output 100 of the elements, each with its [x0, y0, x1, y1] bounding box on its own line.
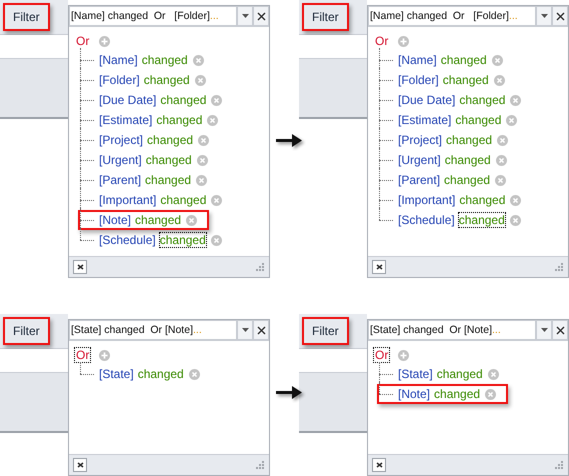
- remove-condition-icon[interactable]: [198, 134, 210, 146]
- condition-operator[interactable]: changed: [160, 193, 206, 207]
- field-name[interactable]: [Parent]: [398, 173, 440, 187]
- condition-operator[interactable]: changed: [145, 173, 192, 187]
- field-name[interactable]: [Schedule]: [398, 213, 455, 227]
- condition-operator[interactable]: changed: [434, 387, 480, 401]
- field-name[interactable]: [State]: [99, 367, 134, 381]
- field-name[interactable]: [Project]: [398, 133, 442, 147]
- clear-filter-button[interactable]: [372, 260, 386, 274]
- clear-filter-button[interactable]: [372, 458, 386, 472]
- condition-operator[interactable]: changed: [156, 113, 202, 127]
- add-condition-icon[interactable]: [398, 36, 410, 46]
- field-name[interactable]: [Urgent]: [398, 153, 441, 167]
- filter-text-field[interactable]: [State] changed Or [Note]...: [368, 320, 536, 340]
- condition-operator[interactable]: changed: [442, 73, 489, 87]
- field-name[interactable]: [Schedule]: [99, 233, 156, 247]
- field-name[interactable]: [Parent]: [99, 173, 142, 187]
- add-condition-icon[interactable]: [398, 350, 410, 360]
- condition-operator[interactable]: changed: [444, 173, 490, 187]
- remove-condition-icon[interactable]: [196, 154, 208, 166]
- clear-filter-button[interactable]: [73, 260, 87, 274]
- condition-operator[interactable]: changed: [440, 53, 487, 67]
- condition-operator[interactable]: changed: [146, 153, 192, 167]
- remove-condition-icon[interactable]: [492, 54, 503, 66]
- filter-tab[interactable]: Filter: [302, 3, 349, 31]
- field-name[interactable]: [Important]: [398, 193, 456, 207]
- condition-operator[interactable]: changed: [160, 233, 206, 247]
- group-operator[interactable]: Or: [75, 34, 90, 48]
- add-condition-icon[interactable]: [99, 350, 110, 360]
- resize-grip-icon[interactable]: [555, 262, 564, 272]
- field-name[interactable]: [Folder]: [398, 73, 439, 87]
- clear-filter-button[interactable]: [73, 458, 87, 472]
- condition-operator[interactable]: changed: [138, 367, 184, 381]
- group-operator[interactable]: Or: [75, 348, 90, 362]
- filter-tab[interactable]: Filter: [3, 317, 50, 345]
- condition-operator[interactable]: changed: [142, 53, 188, 67]
- dropdown-button[interactable]: [536, 320, 552, 340]
- condition-operator[interactable]: changed: [455, 113, 502, 127]
- remove-condition-icon[interactable]: [192, 54, 204, 66]
- resize-grip-icon[interactable]: [256, 262, 265, 272]
- dropdown-button[interactable]: [237, 320, 253, 340]
- remove-condition-icon[interactable]: [495, 174, 506, 186]
- condition-operator[interactable]: changed: [144, 73, 190, 87]
- close-button[interactable]: [253, 6, 269, 26]
- field-name[interactable]: [State]: [398, 367, 433, 381]
- remove-condition-icon[interactable]: [194, 74, 206, 86]
- remove-condition-icon[interactable]: [494, 74, 505, 86]
- content-panel: [299, 58, 367, 119]
- remove-condition-icon[interactable]: [210, 234, 222, 246]
- filter-text-field[interactable]: [Name] changed Or [Folder]...: [69, 6, 237, 26]
- resize-grip-icon[interactable]: [555, 460, 564, 470]
- dropdown-button[interactable]: [237, 6, 253, 26]
- field-name[interactable]: [Note]: [99, 213, 132, 227]
- field-name[interactable]: [Urgent]: [99, 153, 142, 167]
- condition-operator[interactable]: changed: [444, 153, 491, 167]
- field-name[interactable]: [Important]: [99, 193, 156, 207]
- field-name[interactable]: [Due Date]: [398, 93, 456, 107]
- resize-grip-icon[interactable]: [256, 460, 265, 470]
- condition-operator[interactable]: changed: [436, 367, 483, 381]
- remove-condition-icon[interactable]: [496, 154, 507, 166]
- close-button[interactable]: [253, 320, 269, 340]
- condition-operator[interactable]: changed: [446, 133, 492, 147]
- condition-operator[interactable]: changed: [458, 213, 505, 227]
- remove-condition-icon[interactable]: [188, 368, 200, 380]
- field-name[interactable]: [Project]: [99, 133, 144, 147]
- dropdown-button[interactable]: [536, 6, 552, 26]
- add-condition-icon[interactable]: [99, 36, 110, 46]
- remove-condition-icon[interactable]: [488, 368, 499, 380]
- caret-icon: [540, 14, 548, 18]
- condition-operator[interactable]: changed: [459, 93, 506, 107]
- field-name[interactable]: [Note]: [398, 387, 430, 401]
- filter-text-field[interactable]: [Name] changed Or [Folder]...: [368, 6, 536, 26]
- field-name[interactable]: [Name]: [398, 53, 437, 67]
- field-name[interactable]: [Estimate]: [99, 113, 152, 127]
- field-name[interactable]: [Folder]: [99, 73, 140, 87]
- filter-tab[interactable]: Filter: [3, 3, 50, 31]
- remove-condition-icon[interactable]: [196, 174, 208, 186]
- remove-condition-icon[interactable]: [211, 194, 222, 206]
- field-name[interactable]: [Due Date]: [99, 93, 156, 107]
- remove-condition-icon[interactable]: [497, 134, 508, 146]
- remove-condition-icon[interactable]: [207, 114, 218, 126]
- condition-operator[interactable]: changed: [147, 133, 194, 147]
- filter-tab[interactable]: Filter: [302, 317, 349, 345]
- close-button[interactable]: [552, 320, 568, 340]
- remove-condition-icon[interactable]: [186, 214, 198, 226]
- remove-condition-icon[interactable]: [510, 94, 522, 106]
- close-button[interactable]: [552, 6, 568, 26]
- remove-condition-icon[interactable]: [510, 214, 521, 226]
- condition-operator[interactable]: changed: [459, 193, 506, 207]
- remove-condition-icon[interactable]: [211, 94, 222, 106]
- group-operator[interactable]: Or: [374, 34, 390, 48]
- condition-operator[interactable]: changed: [135, 213, 182, 227]
- remove-condition-icon[interactable]: [485, 388, 496, 400]
- field-name[interactable]: [Estimate]: [398, 113, 452, 127]
- field-name[interactable]: [Name]: [99, 53, 138, 67]
- group-operator[interactable]: Or: [374, 348, 390, 362]
- remove-condition-icon[interactable]: [506, 114, 518, 126]
- filter-text-field[interactable]: [State] changed Or [Note]...: [69, 320, 237, 340]
- condition-operator[interactable]: changed: [160, 93, 206, 107]
- remove-condition-icon[interactable]: [510, 194, 522, 206]
